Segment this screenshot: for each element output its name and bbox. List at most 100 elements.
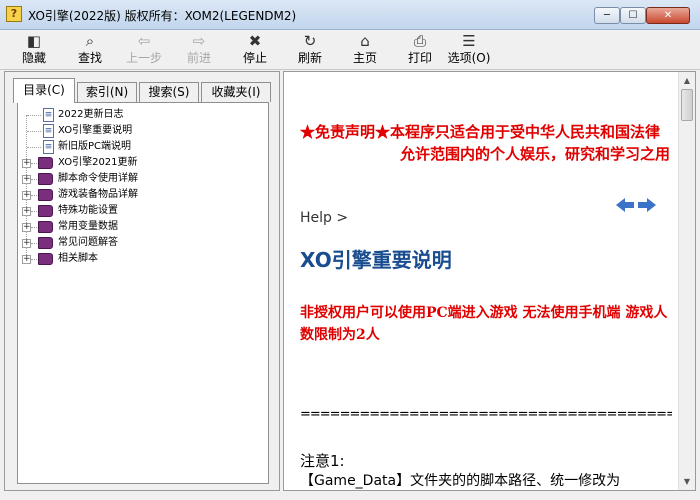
toolbar-button-6[interactable]: ⌂ 主页	[341, 32, 389, 68]
expand-icon[interactable]: +	[22, 159, 31, 168]
close-button[interactable]: ✕	[646, 7, 690, 24]
toolbar-button-3[interactable]: ⇨ 前进	[175, 32, 223, 68]
tree-item[interactable]: + 脚本命令使用详解	[18, 171, 258, 187]
book-icon	[38, 253, 53, 265]
print-icon: ⎙	[413, 32, 426, 50]
tree-item-label: 特殊功能设置	[58, 205, 118, 216]
tree-item-label: XO引擎2021更新	[58, 157, 138, 168]
tree-connector	[31, 179, 37, 180]
separator-line: ========================================…	[300, 407, 672, 422]
page-icon: ≡	[43, 140, 54, 154]
forward-arrow-icon: ⇨	[192, 32, 206, 50]
toolbar: ◧ 隐藏 ⌕ 查找 ⇦ 上一步 ⇨ 前进 ✖ 停止 ↻ 刷新 ⌂ 主页 ⎙ 打印 ☰ 选项(O)	[0, 30, 700, 70]
page-icon: ≡	[43, 108, 54, 122]
maximize-icon: ☐	[628, 10, 638, 21]
tab-0[interactable]: 目录(C)	[13, 78, 75, 103]
toolbar-button-7[interactable]: ⎙ 打印	[396, 32, 444, 68]
minimize-icon: ─	[603, 10, 611, 21]
toolbar-button-4[interactable]: ✖ 停止	[231, 32, 279, 68]
navigation-pane: 目录(C) 索引(N) 搜索(S) 收藏夹(I) ≡ 2022更新日志 ≡ XO引擎重要说明…	[4, 71, 280, 491]
previous-page-icon[interactable]	[616, 198, 634, 212]
vertical-scrollbar[interactable]: ▲ ▼	[678, 72, 695, 490]
tree-item[interactable]: ≡ 新旧版PC端说明	[18, 139, 258, 155]
scroll-up-icon[interactable]: ▲	[679, 72, 695, 89]
license-notice: 非授权用户可以使用PC端进入游戏 无法使用手机端 游戏人数限制为2人	[300, 305, 668, 343]
tab-2[interactable]: 搜索(S)	[139, 82, 199, 102]
hide-icon: ◧	[26, 32, 42, 50]
tree-item[interactable]: ≡ XO引擎重要说明	[18, 123, 258, 139]
scroll-thumb[interactable]	[681, 89, 693, 121]
find-icon: ⌕	[85, 32, 95, 50]
disclaimer-line-2: 允许范围内的个人娱乐，研究和学习之用	[400, 145, 671, 163]
toolbar-button-label: 查找	[77, 51, 102, 65]
help-question-icon: ?	[6, 6, 22, 22]
toolbar-button-label: 停止	[242, 51, 267, 65]
book-icon	[38, 205, 53, 217]
scroll-down-icon[interactable]: ▼	[679, 473, 695, 490]
expand-icon[interactable]: +	[22, 175, 31, 184]
tree-item-label: 相关脚本	[58, 253, 98, 264]
toolbar-button-label: 打印	[407, 51, 432, 65]
tab-3[interactable]: 收藏夹(I)	[201, 82, 271, 102]
page-nav-arrows	[616, 198, 658, 214]
back-arrow-icon: ⇦	[137, 32, 151, 50]
tree-connector	[31, 227, 37, 228]
contents-tree[interactable]: ≡ 2022更新日志 ≡ XO引擎重要说明 ≡ 新旧版PC端说明 + XO引擎2021更新 + 脚…	[17, 102, 269, 484]
next-page-icon[interactable]	[638, 198, 656, 212]
toolbar-button-5[interactable]: ↻ 刷新	[286, 32, 334, 68]
tree-connector	[31, 259, 37, 260]
stop-icon: ✖	[248, 32, 262, 50]
toolbar-button-label: 主页	[352, 51, 377, 65]
tree-item[interactable]: + 相关脚本	[18, 251, 258, 267]
book-icon	[38, 173, 53, 185]
refresh-icon: ↻	[303, 32, 317, 50]
expand-icon[interactable]: +	[22, 239, 31, 248]
disclaimer-text: ★免责声明★本程序只适合用于受中华人民共和国法律 允许范围内的个人娱乐，研究和学…	[300, 121, 672, 165]
expand-icon[interactable]: +	[22, 207, 31, 216]
tree-connector	[31, 163, 37, 164]
tree-item-label: 新旧版PC端说明	[58, 141, 132, 152]
tree-connector	[31, 195, 37, 196]
close-icon: ✕	[663, 10, 673, 21]
tree-item-label: 游戏装备物品详解	[58, 189, 138, 200]
page-title: XO引擎重要说明	[300, 248, 452, 272]
toolbar-button-8[interactable]: ☰ 选项(O)	[445, 32, 493, 68]
note-text: 【Game_Data】文件夹的的脚本路径、统一修改为	[300, 473, 621, 489]
home-icon: ⌂	[360, 32, 370, 50]
tree-connector	[27, 131, 41, 132]
toolbar-button-1[interactable]: ⌕ 查找	[66, 32, 114, 68]
tree-item[interactable]: + 常见问题解答	[18, 235, 258, 251]
tree-item[interactable]: + 常用变量数据	[18, 219, 258, 235]
tree-connector	[31, 211, 37, 212]
page-icon: ≡	[43, 124, 54, 138]
tree-item[interactable]: ≡ 2022更新日志	[18, 107, 258, 123]
book-icon	[38, 237, 53, 249]
note-title: 注意1:	[300, 452, 345, 470]
book-icon	[38, 221, 53, 233]
tab-1[interactable]: 索引(N)	[77, 82, 137, 102]
tree-item[interactable]: + 特殊功能设置	[18, 203, 258, 219]
toolbar-button-label: 隐藏	[21, 51, 46, 65]
window-title: XO引擎(2022版) 版权所有：XOM2(LEGENDM2)	[28, 9, 297, 23]
tree-item-label: 常用变量数据	[58, 221, 118, 232]
toolbar-button-2[interactable]: ⇦ 上一步	[120, 32, 168, 68]
expand-icon[interactable]: +	[22, 191, 31, 200]
minimize-button[interactable]: ─	[594, 7, 620, 24]
tree-item-label: 2022更新日志	[58, 109, 124, 120]
expand-icon[interactable]: +	[22, 255, 31, 264]
breadcrumb[interactable]: Help >	[300, 210, 348, 226]
toolbar-button-0[interactable]: ◧ 隐藏	[10, 32, 58, 68]
toolbar-button-label: 选项(O)	[447, 51, 491, 65]
tree-item-label: XO引擎重要说明	[58, 125, 133, 136]
tree-item[interactable]: + XO引擎2021更新	[18, 155, 258, 171]
book-icon	[38, 189, 53, 201]
tree-connector	[27, 115, 41, 116]
tree-item-label: 常见问题解答	[58, 237, 118, 248]
tree-connector	[27, 147, 41, 148]
title-bar[interactable]: ? XO引擎(2022版) 版权所有：XOM2(LEGENDM2) ─ ☐ ✕	[0, 0, 700, 30]
help-content: ★免责声明★本程序只适合用于受中华人民共和国法律 允许范围内的个人娱乐，研究和学…	[300, 72, 672, 490]
options-icon: ☰	[462, 32, 476, 50]
expand-icon[interactable]: +	[22, 223, 31, 232]
maximize-button[interactable]: ☐	[620, 7, 646, 24]
tree-item[interactable]: + 游戏装备物品详解	[18, 187, 258, 203]
